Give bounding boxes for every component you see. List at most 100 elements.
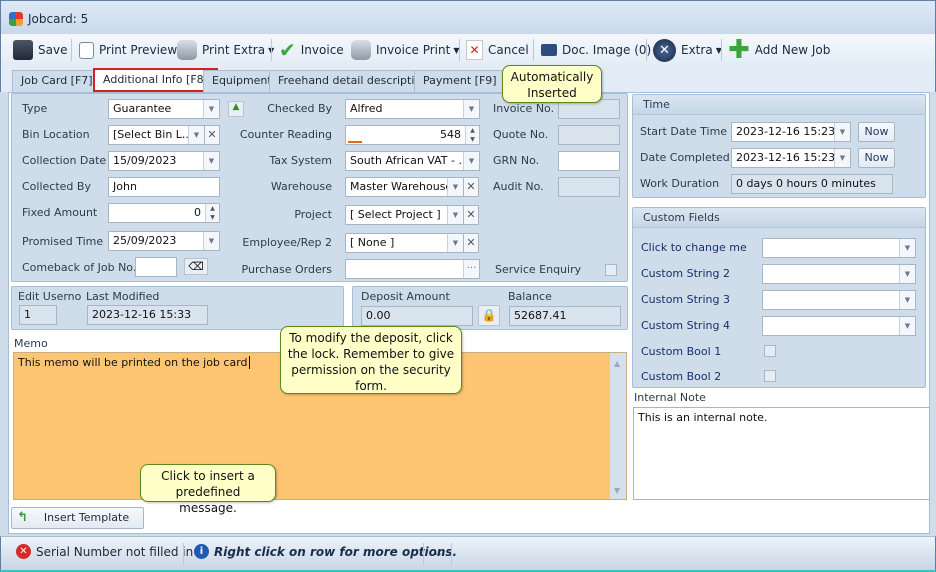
chevron-down-icon[interactable]: ▼ [203, 232, 219, 250]
status-separator [183, 543, 184, 565]
chevron-down-icon[interactable]: ▼ [188, 126, 204, 144]
spinner-icon[interactable]: ▲ ▼ [465, 126, 479, 144]
toolbar-separator [646, 39, 647, 61]
memo-scrollbar[interactable]: ▲ ▼ [610, 353, 626, 499]
quote-no-label: Quote No. [493, 128, 549, 141]
chevron-down-icon[interactable]: ▼ [447, 234, 463, 252]
chevron-down-icon[interactable]: ▼ [463, 100, 479, 118]
chevron-down-icon[interactable]: ▼ [447, 178, 463, 196]
tab-payment[interactable]: Payment [F9] [414, 70, 506, 92]
error-icon: ✕ [16, 544, 31, 559]
invoice-print-button[interactable]: Invoice Print ▼ [351, 37, 459, 63]
chevron-down-icon[interactable]: ▼ [899, 291, 915, 309]
clear-project-icon[interactable]: ✕ [463, 205, 479, 225]
checked-by-select[interactable]: Alfred ▼ [345, 99, 480, 119]
completed-now-button[interactable]: Now [858, 148, 895, 168]
work-duration-label: Work Duration [640, 177, 720, 190]
counter-reading-label: Counter Reading [239, 128, 332, 141]
cancel-button[interactable]: ✕ Cancel [466, 37, 529, 63]
start-date-picker[interactable]: 2023-12-16 15:23 ▼ [731, 122, 851, 142]
start-date-label: Start Date Time [640, 125, 728, 138]
type-select[interactable]: Guarantee ▼ [108, 99, 220, 119]
lock-icon[interactable]: 🔒 [478, 305, 500, 326]
spinner-icon[interactable]: ▲ ▼ [205, 204, 219, 222]
purchase-orders-input[interactable]: ··· [345, 259, 480, 279]
bin-location-select[interactable]: [Select Bin L... ▼ [108, 125, 205, 145]
chevron-down-icon[interactable]: ▼ [899, 239, 915, 257]
custom-string-2-select[interactable]: ▼ [762, 264, 916, 284]
clear-employee-icon[interactable]: ✕ [463, 233, 479, 253]
chevron-down-icon[interactable]: ▼ [203, 100, 219, 118]
edit-info-panel: Edit Userno 1 Last Modified 2023-12-16 1… [11, 286, 344, 330]
custom-bool-2-checkbox[interactable] [764, 370, 776, 382]
main-info-panel: Type Guarantee ▼ ▲ Bin Location [Select B… [11, 93, 628, 282]
fixed-amount-label: Fixed Amount [22, 206, 98, 219]
custom-string-1-label[interactable]: Click to change me [641, 241, 747, 254]
last-modified-field: 2023-12-16 15:33 [87, 305, 208, 325]
extra-button[interactable]: ✕ Extra ▼ [653, 37, 722, 63]
clear-warehouse-icon[interactable]: ✕ [463, 177, 479, 197]
backspace-icon[interactable]: ⌫ [184, 258, 208, 275]
promised-time-picker[interactable]: 25/09/2023 ▼ [108, 231, 220, 251]
chevron-down-icon[interactable]: ▼ [203, 152, 219, 170]
save-button[interactable]: Save [13, 37, 67, 63]
chevron-down-icon[interactable]: ▼ [447, 206, 463, 224]
custom-fields-header: Custom Fields [633, 208, 925, 228]
ellipsis-icon[interactable]: ··· [463, 260, 479, 278]
spellcheck-underline [348, 141, 362, 143]
comeback-job-input[interactable] [135, 257, 177, 277]
toolbar-separator [271, 39, 272, 61]
scroll-down-icon[interactable]: ▼ [614, 486, 620, 495]
grn-no-label: GRN No. [493, 154, 540, 167]
chevron-down-icon[interactable]: ▼ [834, 149, 850, 167]
tab-additional-info[interactable]: Additional Info [F8] [93, 68, 218, 92]
grn-no-input[interactable] [558, 151, 620, 171]
chevron-down-icon[interactable]: ▼ [899, 265, 915, 283]
custom-bool-1-checkbox[interactable] [764, 345, 776, 357]
clear-bin-location-icon[interactable]: ✕ [204, 125, 220, 145]
project-label: Project [294, 208, 332, 221]
comeback-job-label: Comeback of Job No. [22, 261, 137, 274]
print-preview-button[interactable]: Print Preview [79, 37, 177, 63]
custom-string-1-select[interactable]: ▼ [762, 238, 916, 258]
status-separator [423, 543, 424, 565]
project-select[interactable]: [ Select Project ] ▼ [345, 205, 464, 225]
text-cursor [248, 356, 250, 369]
employee-rep2-select[interactable]: [ None ] ▼ [345, 233, 464, 253]
status-more[interactable]: ... [434, 544, 445, 558]
toolbar-separator [721, 39, 722, 61]
tab-job-card[interactable]: Job Card [F7] [12, 70, 102, 92]
balance-field: 52687.41 [509, 306, 621, 326]
start-now-button[interactable]: Now [858, 122, 895, 142]
chevron-down-icon[interactable]: ▼ [834, 123, 850, 141]
custom-string-3-label: Custom String 3 [641, 293, 730, 306]
collected-by-label: Collected By [22, 180, 91, 193]
work-duration-field: 0 days 0 hours 0 minutes [731, 174, 893, 194]
scroll-up-icon[interactable]: ▲ [614, 359, 620, 368]
tab-freehand-detail[interactable]: Freehand detail description [269, 70, 438, 92]
quote-no-field [558, 125, 620, 145]
doc-image-button[interactable]: Doc. Image (0) [541, 37, 651, 63]
service-enquiry-checkbox[interactable] [605, 264, 617, 276]
custom-bool-2-label: Custom Bool 2 [641, 370, 722, 383]
edit-userno-label: Edit Userno [18, 290, 82, 303]
chevron-down-icon[interactable]: ▼ [463, 152, 479, 170]
warehouse-select[interactable]: Master Warehouse ▼ [345, 177, 464, 197]
collection-date-label: Collection Date [22, 154, 107, 167]
invoice-button[interactable]: ✔ Invoice [279, 37, 344, 63]
chevron-down-icon[interactable]: ▼ [899, 317, 915, 335]
collection-date-picker[interactable]: 15/09/2023 ▼ [108, 151, 220, 171]
internal-note-textarea[interactable]: This is an internal note. [633, 407, 930, 500]
print-extra-button[interactable]: Print Extra▼ [177, 37, 274, 63]
insert-template-button[interactable]: ↰ Insert Template [11, 507, 144, 529]
status-error[interactable]: ✕ Serial Number not filled in [16, 544, 193, 559]
collected-by-input[interactable]: John [108, 177, 220, 197]
custom-string-4-select[interactable]: ▼ [762, 316, 916, 336]
fixed-amount-input[interactable]: 0 ▲ ▼ [108, 203, 220, 223]
tax-system-select[interactable]: South African VAT - ... ▼ [345, 151, 480, 171]
add-new-job-button[interactable]: ✚ Add New Job [728, 37, 830, 63]
custom-string-3-select[interactable]: ▼ [762, 290, 916, 310]
date-completed-picker[interactable]: 2023-12-16 15:23 ▼ [731, 148, 851, 168]
counter-reading-input[interactable]: 548 ▲ ▼ [345, 125, 480, 145]
type-label: Type [22, 102, 48, 115]
